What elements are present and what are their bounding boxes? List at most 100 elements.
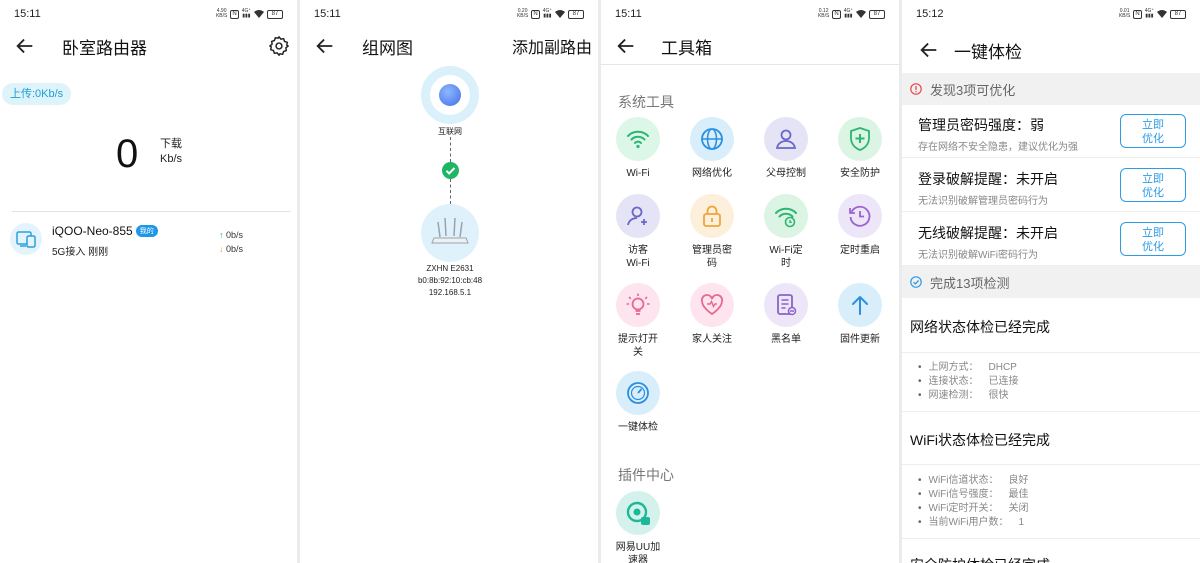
router-home-screen: 15:11 4.90 KB/S N 4G⁺ ▮▮▮ 87 卧室路由器 上传:0Kb/s … — [0, 0, 297, 563]
app-header: 组网图 添加副路由 — [300, 28, 598, 64]
page-title: 卧室路由器 — [62, 38, 147, 58]
wifi-status-heading: WiFi状态体检已经完成 — [910, 432, 1050, 448]
up-rate-value: 0b/s — [226, 230, 244, 240]
optimize-now-button[interactable]: 立即 优化 — [1120, 222, 1186, 256]
page-title: 工具箱 — [661, 38, 712, 58]
warning-circle-icon — [910, 83, 922, 95]
internet-node[interactable] — [421, 66, 479, 124]
list-item: 上网方式：DHCP — [918, 361, 1019, 375]
tool-guest-wifi[interactable]: 访客 Wi-Fi — [603, 194, 673, 270]
device-list-item[interactable]: iQOO-Neo-855 我的 5G接入 刚刚 ↑ 0b/s ↓ 0b/s — [10, 222, 285, 258]
page-title: 组网图 — [362, 38, 413, 58]
clock-restart-icon — [849, 205, 871, 227]
divider — [12, 211, 291, 212]
app-header: 工具箱 — [601, 28, 899, 64]
done-text: 完成13项检测 — [930, 275, 1010, 291]
divider — [902, 352, 1200, 353]
router-mac: b0:8b:92:10:cb:48 — [417, 276, 483, 285]
settings-gear-icon[interactable] — [268, 35, 290, 57]
add-sub-router-button[interactable]: 添加副路由 — [512, 34, 592, 58]
status-icons: 4.90 KB/S N 4G⁺ ▮▮▮ 87 — [216, 9, 283, 19]
bulb-icon — [626, 293, 650, 315]
back-arrow-icon[interactable] — [314, 35, 336, 57]
connected-check-icon — [442, 162, 459, 179]
uu-accelerator-icon — [626, 501, 650, 525]
heart-icon — [701, 294, 723, 316]
plugin-uu-accelerator[interactable]: 网易UU加 速器 — [603, 491, 673, 563]
down-arrow-icon: ↓ — [219, 244, 224, 254]
upload-arrow-icon — [852, 296, 868, 315]
security-status-heading: 安全防护体检已经完成 — [910, 555, 1050, 563]
tool-one-click-check[interactable]: 一键体检 — [603, 371, 673, 434]
wifi-icon — [627, 130, 649, 149]
list-item: WiFi信号强度：最佳 — [918, 488, 1029, 502]
device-name: iQOO-Neo-855 我的 — [52, 224, 158, 238]
download-unit: Kb/s — [160, 153, 183, 165]
item-title: 管理员密码强度：弱 — [918, 117, 1044, 133]
router-ip: 192.168.5.1 — [428, 288, 472, 297]
tool-label: 家人关注 — [692, 334, 732, 345]
item-title: 登录破解提醒：未开启 — [918, 171, 1058, 187]
back-arrow-icon[interactable] — [14, 35, 36, 57]
tool-scheduled-restart[interactable]: 定时重启 — [825, 194, 895, 257]
toolbox-screen: 15:11 0.12 KB/S N 4G⁺ ▮▮▮ 87 工具箱 系统工具 Wi-Fi … — [601, 0, 899, 563]
blacklist-icon — [777, 294, 797, 316]
tool-label: 提示灯开 关 — [618, 334, 658, 358]
network-status-list: 上网方式：DHCP 连接状态：已连接 网速检测：很快 — [918, 361, 1019, 403]
internet-label: 互联网 — [438, 127, 462, 136]
device-connection-info: 5G接入 刚刚 — [52, 247, 109, 258]
system-tools-heading: 系统工具 — [618, 94, 674, 110]
tool-label: 访客 Wi-Fi — [626, 245, 650, 269]
connection-line — [450, 179, 451, 204]
status-bar: 15:12 0.01 KB/S N 4G⁺ ▮▮▮ 87 — [902, 0, 1200, 28]
down-rate-value: 0b/s — [226, 244, 244, 254]
tool-network-optimize[interactable]: 网络优化 — [677, 117, 747, 180]
tool-family-care[interactable]: 家人关注 — [677, 283, 747, 346]
back-arrow-icon[interactable] — [918, 39, 940, 61]
tool-firmware-update[interactable]: 固件更新 — [825, 283, 895, 346]
status-bar: 15:11 4.90 KB/S N 4G⁺ ▮▮▮ 87 — [0, 0, 297, 28]
lock-icon — [703, 205, 721, 227]
one-click-check-screen: 15:12 0.01 KB/S N 4G⁺ ▮▮▮ 87 一键体检 发现3项可优化 管理… — [902, 0, 1200, 563]
list-item: 网速检测：很快 — [918, 389, 1019, 403]
tool-admin-password[interactable]: 管理员密 码 — [677, 194, 747, 270]
tool-wifi-timer[interactable]: Wi-Fi定 时 — [751, 194, 821, 270]
router-model: ZXHN E2631 — [426, 264, 474, 273]
tool-label: 固件更新 — [840, 334, 880, 345]
tool-label: 黑名单 — [771, 334, 801, 345]
tool-label: 一键体检 — [618, 422, 658, 433]
check-item-admin-password: 管理员密码强度：弱 存在网络不安全隐患，建议优化为强 立即 优化 — [902, 105, 1200, 158]
network-topology-screen: 15:11 0.20 KB/S N 4G⁺ ▮▮▮ 87 组网图 添加副路由 互联网 Z… — [300, 0, 598, 563]
tool-wifi[interactable]: Wi-Fi — [603, 117, 673, 180]
wifi-status-list: WiFi信道状态：良好 WiFi信号强度：最佳 WiFi定时开关：关闭 当前Wi… — [918, 474, 1029, 530]
router-info: ZXHN E2631 b0:8b:92:10:cb:48 192.168.5.1 — [400, 263, 500, 299]
tool-parental-control[interactable]: 父母控制 — [751, 117, 821, 180]
back-arrow-icon[interactable] — [615, 35, 637, 57]
app-header: 卧室路由器 — [0, 28, 297, 64]
status-icons: 0.20 KB/S N 4G⁺ ▮▮▮ 87 — [517, 9, 584, 19]
status-time: 15:12 — [916, 8, 944, 20]
status-time: 15:11 — [314, 8, 341, 20]
list-item: 当前WiFi用户数：1 — [918, 516, 1029, 530]
divider — [601, 64, 899, 65]
router-node[interactable] — [421, 204, 479, 262]
item-subtitle: 存在网络不安全隐患，建议优化为强 — [918, 142, 1078, 153]
router-icon — [431, 217, 469, 244]
status-bar: 15:11 0.12 KB/S N 4G⁺ ▮▮▮ 87 — [601, 0, 899, 28]
guest-icon — [627, 206, 647, 226]
tool-security[interactable]: 安全防护 — [825, 117, 895, 180]
tool-label: 安全防护 — [840, 168, 880, 179]
optimize-warning-bar: 发现3项可优化 — [902, 73, 1200, 105]
optimize-now-button[interactable]: 立即 优化 — [1120, 114, 1186, 148]
check-item-wireless-crack: 无线破解提醒：未开启 无法识别破解WiFi密码行为 立即 优化 — [902, 213, 1200, 266]
wifi-timer-icon — [775, 207, 797, 228]
tool-blacklist[interactable]: 黑名单 — [751, 283, 821, 346]
optimize-now-button[interactable]: 立即 优化 — [1120, 168, 1186, 202]
item-subtitle: 无法识别破解WiFi密码行为 — [918, 250, 1038, 261]
device-name-text: iQOO-Neo-855 — [52, 224, 133, 238]
tool-label: 网易UU加 速器 — [615, 542, 661, 563]
device-download-rate: ↓ 0b/s — [219, 244, 243, 254]
tool-indicator-light[interactable]: 提示灯开 关 — [603, 283, 673, 359]
checks-done-bar: 完成13项检测 — [902, 266, 1200, 298]
tool-label: Wi-Fi定 时 — [769, 245, 803, 269]
